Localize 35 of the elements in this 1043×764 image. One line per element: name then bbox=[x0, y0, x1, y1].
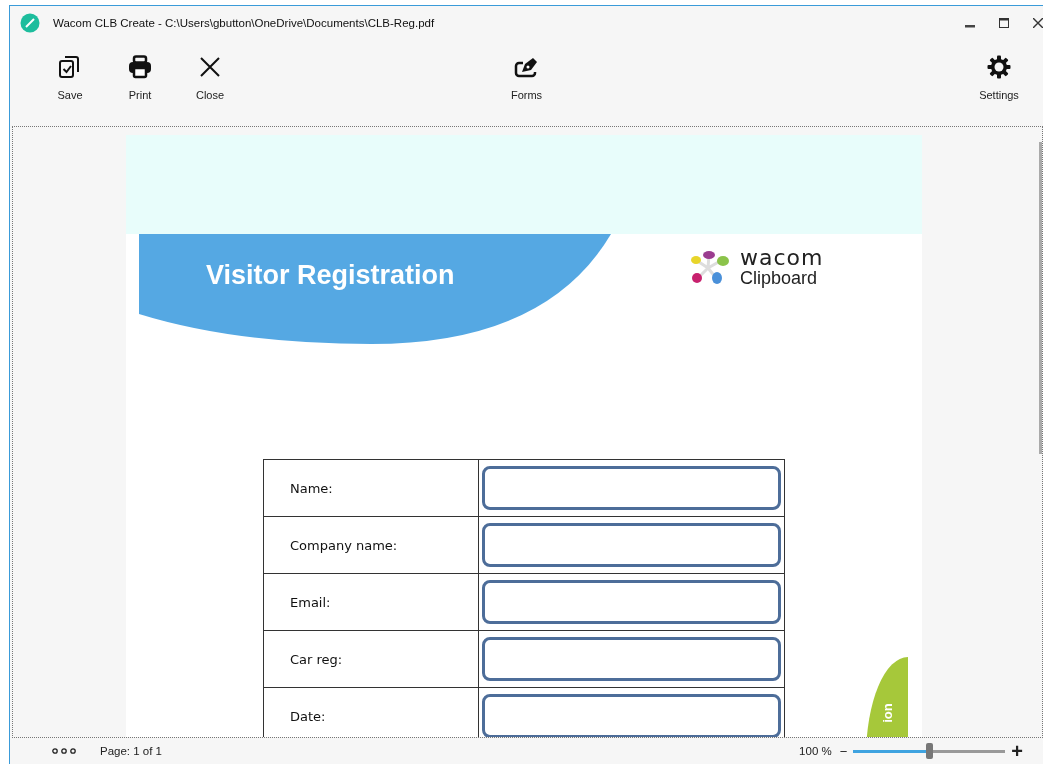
field-label: Company name: bbox=[263, 516, 479, 574]
form-heading: Visitor Registration bbox=[206, 260, 455, 292]
close-button[interactable]: Close bbox=[178, 42, 242, 111]
side-label: ion bbox=[878, 702, 896, 725]
print-button[interactable]: Print bbox=[108, 42, 172, 111]
close-icon[interactable] bbox=[1033, 18, 1043, 29]
pen-signing-icon bbox=[513, 55, 540, 78]
product-name: Clipboard bbox=[740, 268, 819, 289]
settings-icon bbox=[987, 54, 1011, 79]
zoom-in-button[interactable]: + bbox=[1009, 742, 1025, 761]
field-label: Name: bbox=[263, 459, 479, 517]
save-icon bbox=[58, 53, 82, 80]
brand-wordmark: wacom bbox=[740, 248, 824, 269]
logo-icon bbox=[688, 250, 732, 287]
input-field[interactable] bbox=[482, 466, 781, 511]
input-field[interactable] bbox=[482, 694, 781, 738]
page-indicator: Page: 1 of 1 bbox=[100, 745, 164, 758]
more-icon[interactable] bbox=[52, 748, 76, 755]
field-label: Date: bbox=[263, 687, 479, 738]
forms-button[interactable]: Forms bbox=[494, 42, 559, 111]
window-title: Wacom CLB Create - C:\Users\gbutton\OneDrive\Documents\CLB-Reg.pdf bbox=[53, 17, 436, 30]
settings-button[interactable]: Settings bbox=[967, 42, 1031, 111]
field-label: Car reg: bbox=[263, 630, 479, 688]
app-logo-icon bbox=[20, 13, 40, 34]
zoom-out-button[interactable]: − bbox=[837, 743, 850, 759]
printer-icon bbox=[127, 54, 153, 79]
slider-thumb[interactable] bbox=[926, 743, 934, 760]
input-field[interactable] bbox=[482, 637, 781, 682]
maximize-icon[interactable] bbox=[999, 18, 1009, 29]
zoom-percent: 100 % bbox=[799, 745, 832, 758]
input-field[interactable] bbox=[482, 580, 781, 625]
close-icon bbox=[199, 55, 221, 78]
input-field[interactable] bbox=[482, 523, 781, 568]
field-label: Email: bbox=[263, 573, 479, 631]
save-button[interactable]: Save bbox=[38, 42, 102, 111]
